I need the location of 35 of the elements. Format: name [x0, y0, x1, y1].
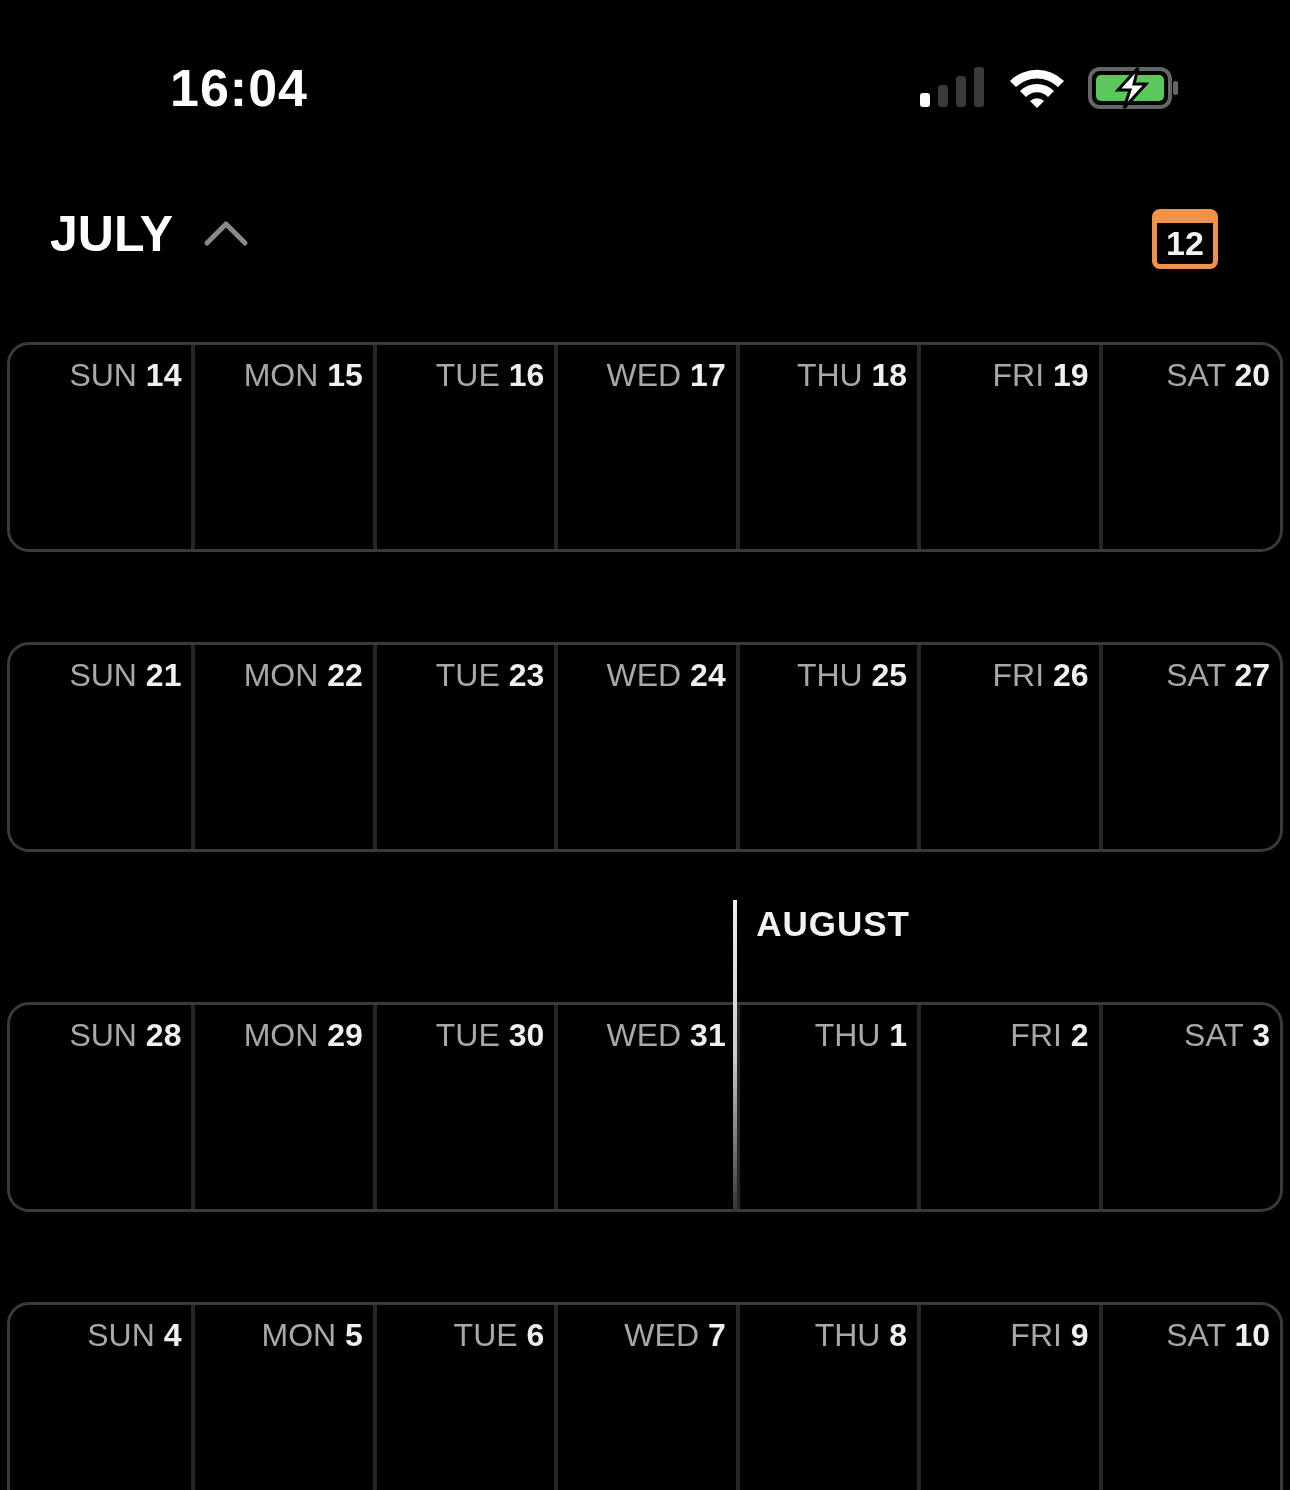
signal-icon	[920, 66, 986, 109]
day-cell[interactable]: FRI 9	[917, 1305, 1099, 1490]
day-cell[interactable]: WED 31	[554, 1005, 736, 1209]
day-cell[interactable]: SUN 14	[10, 345, 192, 549]
day-cell[interactable]: THU 8	[735, 1305, 918, 1490]
clock-time: 16:04	[170, 57, 308, 118]
day-cell[interactable]: THU 18	[735, 345, 918, 549]
charging-battery-icon	[1088, 65, 1180, 110]
day-cell[interactable]: TUE 6	[372, 1305, 555, 1490]
day-cell[interactable]: MON 22	[191, 645, 373, 849]
day-cell[interactable]: SAT 10	[1098, 1305, 1280, 1490]
today-button[interactable]: 12	[1152, 209, 1218, 269]
day-cell[interactable]: TUE 30	[372, 1005, 555, 1209]
month-title: JULY	[50, 205, 174, 263]
day-cell[interactable]: SAT 20	[1098, 345, 1280, 549]
day-cell[interactable]: TUE 16	[372, 345, 555, 549]
day-cell[interactable]: TUE 23	[372, 645, 555, 849]
chevron-up-icon	[203, 218, 250, 247]
day-cell[interactable]: FRI 26	[917, 645, 1099, 849]
month-label: AUGUST	[756, 904, 910, 944]
day-cell[interactable]: WED 24	[554, 645, 736, 849]
day-cell[interactable]: MON 5	[191, 1305, 373, 1490]
day-cell[interactable]: SUN 21	[10, 645, 192, 849]
day-cell[interactable]: MON 29	[191, 1005, 373, 1209]
day-cell[interactable]: THU 1	[735, 1005, 918, 1209]
day-cell[interactable]: WED 17	[554, 345, 736, 549]
day-cell[interactable]: SUN 4	[10, 1305, 192, 1490]
day-cell[interactable]: SAT 27	[1098, 645, 1280, 849]
day-cell[interactable]: SUN 28	[10, 1005, 192, 1209]
day-cell[interactable]: MON 15	[191, 345, 373, 549]
day-cell[interactable]: FRI 19	[917, 345, 1099, 549]
day-cell[interactable]: WED 7	[554, 1305, 736, 1490]
day-cell[interactable]: FRI 2	[917, 1005, 1099, 1209]
day-cell[interactable]: SAT 3	[1098, 1005, 1280, 1209]
day-cell[interactable]: THU 25	[735, 645, 918, 849]
